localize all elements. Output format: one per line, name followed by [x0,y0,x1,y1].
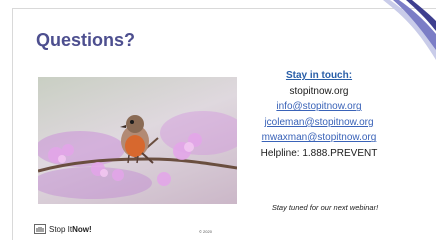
robin-photo [38,77,237,204]
helpline-text: Helpline: 1.888.PREVENT [260,147,378,159]
copyright-text: © 2020 [199,229,212,234]
website-text: stopitnow.org [289,85,349,97]
stopitnow-logo: Stop It Now! [34,224,92,234]
logo-text-bold: Now! [72,224,92,234]
robin-on-blossom-branch-icon [38,111,237,199]
contact-heading: Stay in touch: [285,70,353,81]
email-link-jcoleman[interactable]: jcoleman@stopitnow.org [236,115,402,131]
decorative-swoosh-icon [383,0,436,60]
slide-title: Questions? [36,30,136,50]
slide: Questions? Stay in touch: stopitnow.org … [0,0,436,249]
webinar-note: Stay tuned for our next webinar! [271,203,379,212]
contact-block: Stay in touch: stopitnow.org info@stopit… [236,68,402,162]
email-link-info[interactable]: info@stopitnow.org [236,99,402,115]
hand-stop-icon [34,224,46,234]
logo-text-regular: Stop It [49,224,73,234]
email-link-mwaxman[interactable]: mwaxman@stopitnow.org [236,130,402,146]
